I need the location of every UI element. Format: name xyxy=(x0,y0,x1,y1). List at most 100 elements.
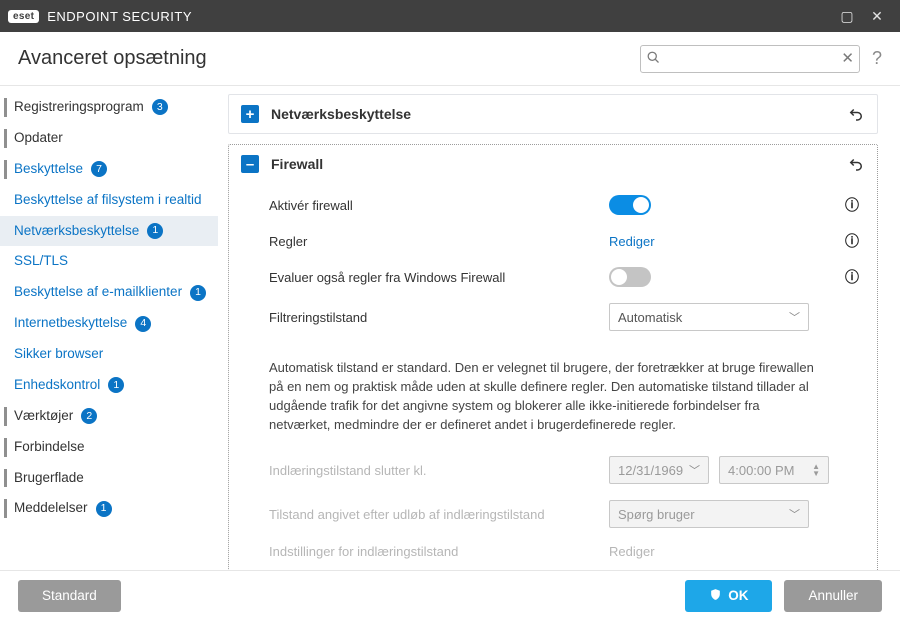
sidebar-badge: 1 xyxy=(190,285,206,301)
window-close-icon[interactable]: ✕ xyxy=(862,8,892,25)
sidebar-item-notifications[interactable]: Meddelelser 1 xyxy=(0,493,218,524)
ok-label: OK xyxy=(728,588,748,603)
sidebar-item-label: Brugerflade xyxy=(14,470,84,487)
section-title: Netværksbeskyttelse xyxy=(271,106,411,122)
sidebar-item-network[interactable]: Netværksbeskyttelse 1 xyxy=(0,216,218,247)
toggle-winfw[interactable] xyxy=(609,267,651,287)
info-icon[interactable]: ⓘ xyxy=(835,267,859,287)
sidebar-item-label: Netværksbeskyttelse xyxy=(14,223,139,240)
clear-search-icon[interactable]: ✕ xyxy=(841,49,854,67)
sidebar-item-label: Sikker browser xyxy=(14,346,103,363)
sidebar-item-ssltls[interactable]: SSL/TLS xyxy=(0,246,218,277)
sidebar-badge: 7 xyxy=(91,161,107,177)
row-learning-settings: Indstillinger for indlæringstilstand Red… xyxy=(269,536,859,567)
window-maximize-icon[interactable]: ▢ xyxy=(832,8,862,25)
sidebar-item-email[interactable]: Beskyttelse af e-mailklienter 1 xyxy=(0,277,218,308)
section-network-protection: + Netværksbeskyttelse xyxy=(228,94,878,134)
sidebar-item-label: Beskyttelse xyxy=(14,161,83,178)
sidebar-item-detection[interactable]: Registreringsprogram 3 xyxy=(0,92,218,123)
sidebar-item-update[interactable]: Opdater xyxy=(0,123,218,154)
sidebar-item-ui[interactable]: Brugerflade xyxy=(0,463,218,494)
sidebar-item-tools[interactable]: Værktøjer 2 xyxy=(0,401,218,432)
sidebar-item-label: Enhedskontrol xyxy=(14,377,100,394)
label-rules: Regler xyxy=(269,234,609,249)
page-title: Avanceret opsætning xyxy=(18,47,207,70)
chevron-down-icon: ﹀ xyxy=(689,462,700,478)
time-learning-end: 4:00:00 PM ▲▼ xyxy=(719,456,829,484)
revert-icon[interactable] xyxy=(847,155,865,173)
row-winfw: Evaluer også regler fra Windows Firewall… xyxy=(269,259,859,295)
chevron-down-icon: ﹀ xyxy=(789,309,800,325)
label-enable-firewall: Aktivér firewall xyxy=(269,198,609,213)
row-enable-firewall: Aktivér firewall ⓘ xyxy=(269,187,859,223)
shield-icon xyxy=(709,588,722,604)
chevron-down-icon: ﹀ xyxy=(789,506,800,522)
section-title: Firewall xyxy=(271,156,323,172)
search-box: ✕ xyxy=(640,45,860,73)
row-learning-end: Indlæringstilstand slutter kl. 12/31/196… xyxy=(269,448,859,492)
brand-badge: eset xyxy=(8,10,39,23)
select-learning-after: Spørg bruger ﹀ xyxy=(609,500,809,528)
window-titlebar: eset ENDPOINT SECURITY ▢ ✕ xyxy=(0,0,900,32)
select-value: Automatisk xyxy=(618,310,682,325)
label-learning-end: Indlæringstilstand slutter kl. xyxy=(269,463,609,478)
sidebar-badge: 1 xyxy=(96,501,112,517)
brand-text: ENDPOINT SECURITY xyxy=(47,9,192,24)
sidebar-badge: 4 xyxy=(135,316,151,332)
footer: Standard OK Annuller xyxy=(0,570,900,620)
sidebar-item-secure-browser[interactable]: Sikker browser xyxy=(0,339,218,370)
link-edit-rules[interactable]: Rediger xyxy=(609,234,655,249)
collapse-icon: – xyxy=(241,155,259,173)
toolbar: Avanceret opsætning ✕ ? xyxy=(0,32,900,86)
date-learning-end: 12/31/1969 ﹀ xyxy=(609,456,709,484)
sidebar: Registreringsprogram 3 Opdater Beskyttel… xyxy=(0,86,218,570)
sidebar-badge: 1 xyxy=(147,223,163,239)
ok-button[interactable]: OK xyxy=(685,580,772,612)
sidebar-badge: 1 xyxy=(108,377,124,393)
sidebar-item-label: Forbindelse xyxy=(14,439,85,456)
info-icon[interactable]: ⓘ xyxy=(835,195,859,215)
expand-icon: + xyxy=(241,105,259,123)
search-icon xyxy=(646,50,661,68)
row-filtering-mode: Filtreringstilstand Automatisk ﹀ xyxy=(269,295,859,339)
label-winfw: Evaluer også regler fra Windows Firewall xyxy=(269,270,609,285)
default-button[interactable]: Standard xyxy=(18,580,121,612)
toggle-enable-firewall[interactable] xyxy=(609,195,651,215)
sidebar-item-label: Beskyttelse af e-mailklienter xyxy=(14,284,182,301)
help-icon[interactable]: ? xyxy=(872,48,882,69)
sidebar-item-connection[interactable]: Forbindelse xyxy=(0,432,218,463)
time-spinner-icon: ▲▼ xyxy=(812,463,820,477)
row-learning-after: Tilstand angivet efter udløb af indlærin… xyxy=(269,492,859,536)
cancel-button[interactable]: Annuller xyxy=(784,580,882,612)
section-header[interactable]: + Netværksbeskyttelse xyxy=(229,95,877,133)
sidebar-item-label: Internetbeskyttelse xyxy=(14,315,127,332)
sidebar-item-label: Meddelelser xyxy=(14,500,88,517)
time-value: 4:00:00 PM xyxy=(728,463,795,478)
label-learning-settings: Indstillinger for indlæringstilstand xyxy=(269,544,609,559)
sidebar-item-device-control[interactable]: Enhedskontrol 1 xyxy=(0,370,218,401)
search-input[interactable] xyxy=(640,45,860,73)
sidebar-badge: 3 xyxy=(152,99,168,115)
sidebar-item-label: Værktøjer xyxy=(14,408,73,425)
select-value: Spørg bruger xyxy=(618,507,695,522)
label-filtering-mode: Filtreringstilstand xyxy=(269,310,609,325)
main-panel: + Netværksbeskyttelse – Firewall Aktivér xyxy=(218,86,900,570)
filtering-mode-description: Automatisk tilstand er standard. Den er … xyxy=(229,353,839,444)
revert-icon[interactable] xyxy=(847,105,865,123)
link-learning-settings: Rediger xyxy=(609,544,655,559)
sidebar-item-realtime[interactable]: Beskyttelse af filsystem i realtid xyxy=(0,185,218,216)
sidebar-item-label: Beskyttelse af filsystem i realtid xyxy=(14,192,202,209)
sidebar-badge: 2 xyxy=(81,408,97,424)
select-filtering-mode[interactable]: Automatisk ﹀ xyxy=(609,303,809,331)
sidebar-item-label: Registreringsprogram xyxy=(14,99,144,116)
sidebar-item-label: Opdater xyxy=(14,130,63,147)
label-learning-after: Tilstand angivet efter udløb af indlærin… xyxy=(269,507,609,522)
date-value: 12/31/1969 xyxy=(618,463,683,478)
sidebar-item-label: SSL/TLS xyxy=(14,253,68,270)
row-rules: Regler Rediger ⓘ xyxy=(269,223,859,259)
info-icon[interactable]: ⓘ xyxy=(835,231,859,251)
sidebar-item-protection[interactable]: Beskyttelse 7 xyxy=(0,154,218,185)
sidebar-item-web[interactable]: Internetbeskyttelse 4 xyxy=(0,308,218,339)
section-firewall: – Firewall Aktivér firewall ⓘ Regler xyxy=(228,144,878,570)
section-header[interactable]: – Firewall xyxy=(229,145,877,183)
